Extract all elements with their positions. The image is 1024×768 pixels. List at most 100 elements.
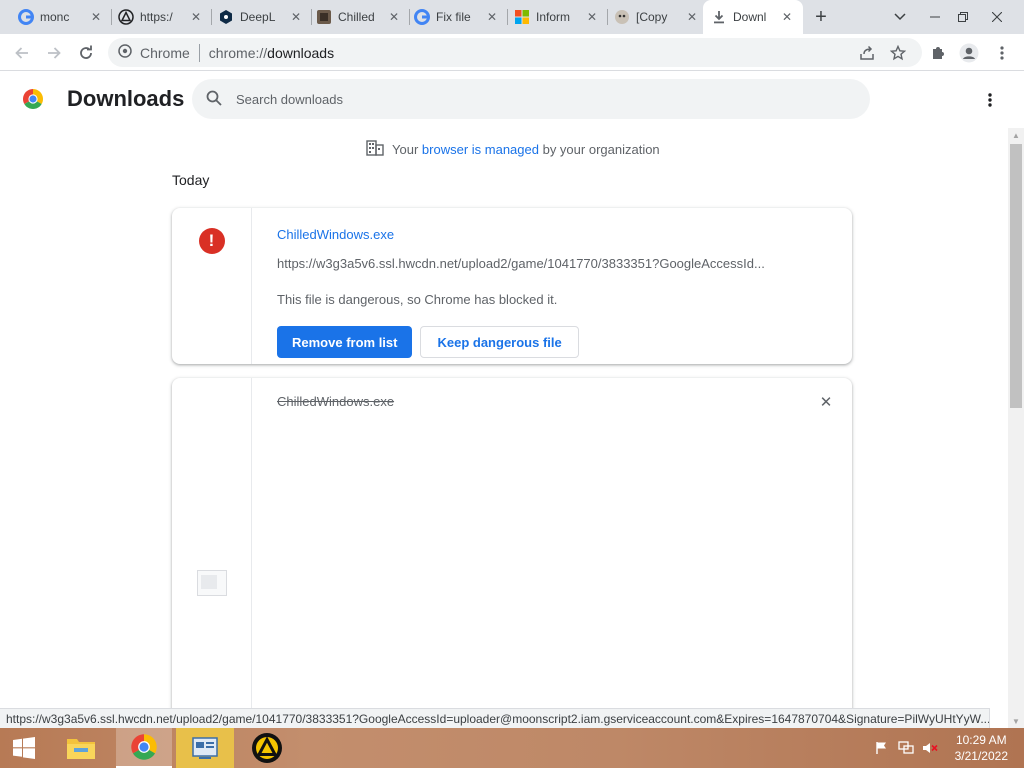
back-button[interactable] [8,39,36,67]
tab-3[interactable]: DeepL ✕ [210,0,312,34]
alert-triangle-icon [118,9,134,25]
url-path: downloads [267,44,335,61]
start-button[interactable] [0,728,48,768]
danger-icon: ! [198,228,225,254]
tab-title: Inform [536,10,571,24]
flag-icon[interactable] [872,728,892,768]
tab-5[interactable]: Fix file ✕ [406,0,508,34]
scroll-down-icon[interactable]: ▼ [1008,714,1024,728]
danger-description: This file is dangerous, so Chrome has bl… [277,292,558,307]
scroll-up-icon[interactable]: ▲ [1008,128,1024,142]
page-scrollbar[interactable]: ▲ ▼ [1008,128,1024,728]
minimize-icon [930,16,940,18]
windows-logo-icon [13,737,35,759]
microsoft-icon [514,9,530,25]
taskbar-app-window[interactable] [176,728,234,768]
search-input[interactable] [236,91,796,107]
downloads-header: Downloads [0,72,1008,128]
arrow-right-icon [48,47,61,59]
download-icon [711,9,727,25]
managed-notice: Your browser is managed by your organiza… [366,140,660,159]
tab-4[interactable]: Chilled ✕ [308,0,410,34]
download-details: ChilledWindows.exe [277,394,777,429]
tab-7[interactable]: [Copy ✕ [606,0,708,34]
download-item-removed: ChilledWindows.exe ✕ [172,378,852,708]
close-icon[interactable]: ✕ [584,9,600,25]
tab-title: Downl [733,10,767,24]
address-bar[interactable]: Chrome chrome://downloads [108,38,922,67]
building-icon [366,140,384,159]
system-clock[interactable]: 10:29 AM 3/21/2022 [955,732,1008,764]
forward-button[interactable] [40,39,68,67]
taskbar-app-triangle[interactable] [240,728,294,768]
tab-6[interactable]: Inform ✕ [506,0,608,34]
clock-date: 3/21/2022 [954,749,1008,763]
windows-taskbar: 10:29 AM 3/21/2022 [0,728,1024,768]
star-icon [890,45,906,61]
arrow-left-icon [15,47,28,59]
removed-file-name: ChilledWindows.exe [277,394,395,409]
close-icon[interactable]: ✕ [188,9,204,25]
file-icon [196,570,227,596]
close-icon[interactable]: ✕ [779,9,795,25]
reload-button[interactable] [72,39,100,67]
search-icon [206,90,222,109]
close-icon[interactable]: ✕ [684,9,700,25]
folder-icon [67,739,95,759]
extensions-button[interactable] [924,39,952,67]
deepl-icon [218,9,234,25]
file-name-link[interactable]: ChilledWindows.exe [277,227,852,242]
tab-2[interactable]: https:/ ✕ [110,0,212,34]
tab-title: monc [40,10,70,24]
more-vert-icon [988,93,992,107]
scrollbar-thumb[interactable] [1010,144,1022,408]
google-icon [414,9,430,25]
restore-button[interactable] [946,0,980,34]
share-button[interactable] [853,39,881,67]
remove-from-list-button[interactable]: Remove from list [277,326,413,358]
network-icon[interactable] [896,728,916,768]
chrome-menu-button[interactable] [988,39,1016,67]
download-description [277,409,777,429]
taskbar-chrome[interactable] [116,728,172,768]
window-close-button[interactable] [980,0,1014,34]
bookmark-button[interactable] [884,39,912,67]
date-heading: Today [172,172,210,188]
chevron-down-icon [894,13,906,21]
reload-icon [80,45,92,59]
downloads-list: Your browser is managed by your organiza… [0,128,1008,708]
close-icon[interactable]: ✕ [288,9,304,25]
share-icon [860,45,874,60]
close-icon[interactable]: ✕ [818,394,834,411]
tab-title: [Copy [636,10,668,24]
avatar-icon [959,43,979,63]
more-vert-icon [1000,46,1004,60]
chrome-logo-icon [131,734,157,760]
tab-downloads[interactable]: Downl ✕ [703,0,803,34]
google-icon [18,9,34,25]
puzzle-icon [933,47,944,59]
tab-title: https:/ [140,10,173,24]
tab-search-button[interactable] [886,0,914,34]
close-icon[interactable]: ✕ [484,9,500,25]
restore-icon [958,12,968,22]
meme-icon [614,9,630,25]
keep-dangerous-file-button[interactable]: Keep dangerous file [420,326,579,358]
new-tab-button[interactable]: + [808,5,834,29]
managed-link[interactable]: browser is managed [422,142,539,157]
file-source-url[interactable]: https://w3g3a5v6.ssl.hwcdn.net/upload2/g… [277,256,775,271]
taskbar-file-explorer[interactable] [58,728,104,768]
volume-muted-icon[interactable] [920,728,940,768]
tab-1[interactable]: monc ✕ [10,0,112,34]
browser-toolbar: Chrome chrome://downloads [0,34,1024,71]
close-icon[interactable]: ✕ [88,9,104,25]
page-title: Downloads [67,86,185,111]
itch-icon [316,9,332,25]
search-downloads-box[interactable] [192,79,870,119]
app-window-icon [192,737,218,759]
profile-button[interactable] [955,39,983,67]
close-icon[interactable]: ✕ [386,9,402,25]
link-status-bar: https://w3g3a5v6.ssl.hwcdn.net/upload2/g… [0,708,990,728]
downloads-more-actions-button[interactable] [978,88,1002,112]
download-item-dangerous: ! ChilledWindows.exe https://w3g3a5v6.ss… [172,208,852,364]
